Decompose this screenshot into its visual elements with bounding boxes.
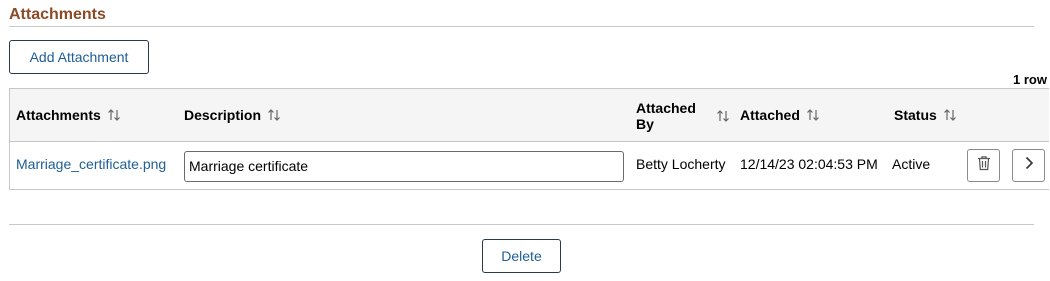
column-header-attached-by[interactable]: Attached By	[636, 100, 732, 132]
column-header-label: Attachments	[16, 107, 101, 123]
section-title: Attachments	[9, 6, 106, 23]
sort-arrows-icon[interactable]	[716, 109, 730, 123]
column-header-label: Attached By	[636, 100, 696, 132]
column-header-label: Status	[894, 107, 937, 123]
delete-row-button[interactable]	[967, 149, 1000, 182]
column-header-label: Attached	[740, 107, 800, 123]
column-header-attached[interactable]: Attached	[740, 107, 820, 123]
attached-by-value: Betty Locherty	[636, 156, 726, 172]
chevron-right-icon	[1024, 156, 1034, 175]
attached-datetime-value: 12/14/23 02:04:53 PM	[740, 156, 878, 172]
status-value: Active	[892, 156, 931, 172]
column-header-attachments[interactable]: Attachments	[16, 107, 121, 123]
attachment-file-link[interactable]: Marriage_certificate.png	[16, 156, 166, 172]
section-divider	[9, 26, 1034, 27]
column-header-status[interactable]: Status	[894, 107, 957, 123]
row-details-button[interactable]	[1012, 149, 1045, 182]
sort-arrows-icon[interactable]	[107, 108, 121, 122]
sort-arrows-icon[interactable]	[943, 108, 957, 122]
grid-header: Attachments Description Attached By Atta…	[10, 89, 1049, 142]
add-attachment-button[interactable]: Add Attachment	[9, 40, 149, 74]
footer-divider	[9, 224, 1034, 225]
sort-arrows-icon[interactable]	[806, 108, 820, 122]
row-count: 1 row	[1013, 72, 1047, 87]
column-header-label: Description	[184, 107, 262, 123]
sort-arrows-icon[interactable]	[267, 108, 281, 122]
delete-button[interactable]: Delete	[482, 239, 561, 273]
column-header-description[interactable]: Description	[184, 107, 281, 123]
description-field[interactable]: Marriage certificate	[184, 151, 624, 182]
attachments-grid: Attachments Description Attached By Atta…	[9, 88, 1049, 190]
trash-icon	[977, 155, 991, 176]
